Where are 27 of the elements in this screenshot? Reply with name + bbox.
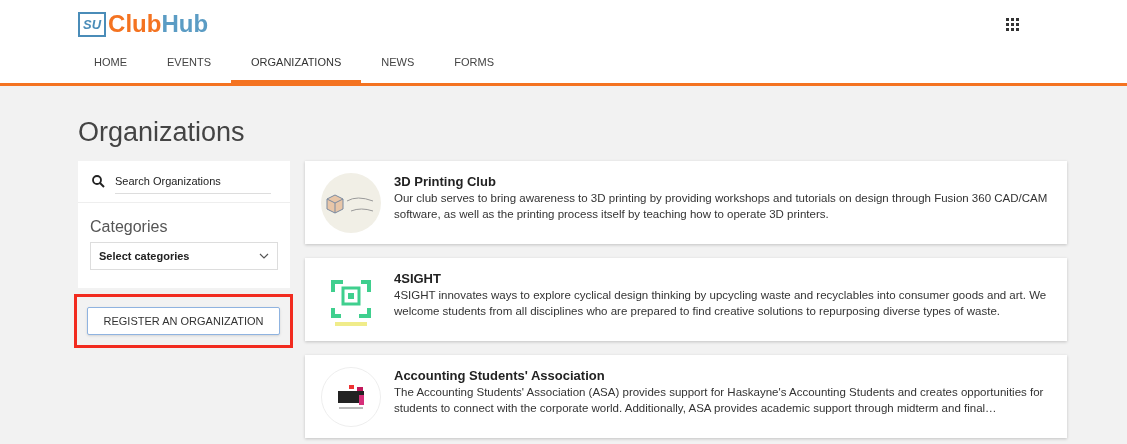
search-field[interactable]: Search Organizations — [115, 170, 271, 194]
page-title: Organizations — [77, 115, 246, 149]
logo-text: ClubHub — [108, 12, 209, 36]
organization-card[interactable] — [305, 355, 1067, 439]
cube-logo-icon — [321, 173, 381, 234]
blocks-logo-icon — [321, 367, 381, 428]
apps-grid-icon[interactable] — [1006, 17, 1019, 31]
categories-dropdown[interactable]: Select categories — [90, 242, 278, 271]
categories-label: Categories — [90, 217, 169, 238]
organization-description: The Accounting Students' Association (ASA) provides support for Haskayne's Accounting Students and creates opportunities for students to connect with the corporate world. Additionally, ASA provides academic support through midterm and final… — [394, 385, 1045, 417]
nav-tab[interactable]: ORGANIZATIONS — [231, 48, 362, 83]
organization-description: Our club serves to bring awareness to 3D printing by providing workshops and tutorials on design through Fusion 360 CAD/CAM software, as well as the printing process itself by teaching how to operate 3D printers. — [394, 191, 1049, 223]
nav-tab[interactable]: HOME — [74, 48, 147, 83]
nav-tab[interactable]: FORMS — [434, 48, 514, 83]
search-icon — [92, 175, 105, 189]
organization-name: 3D Printing Club — [394, 173, 497, 191]
nav-tab[interactable]: NEWS — [361, 48, 435, 83]
union-badge: SU — [78, 11, 107, 37]
organization-description: 4SIGHT innovates ways to explore cyclical design thinking by upcycling waste and recyclables into consumer goods and art. We welcome students from all disciplines who are prepared to find creative solutions to repurposing diverse types of waste. — [394, 288, 1048, 320]
clubhub-logo[interactable]: SU ClubHub — [78, 11, 209, 37]
organization-name: Accounting Students' Association — [394, 367, 606, 385]
chevron-down-icon — [259, 253, 269, 260]
organization-name: 4SIGHT — [394, 270, 442, 288]
organization-card[interactable] — [305, 161, 1067, 245]
register-organization-button[interactable]: REGISTER AN ORGANIZATION — [87, 307, 280, 336]
nav-tab[interactable]: EVENTS — [147, 48, 231, 83]
organization-card[interactable] — [305, 258, 1067, 342]
